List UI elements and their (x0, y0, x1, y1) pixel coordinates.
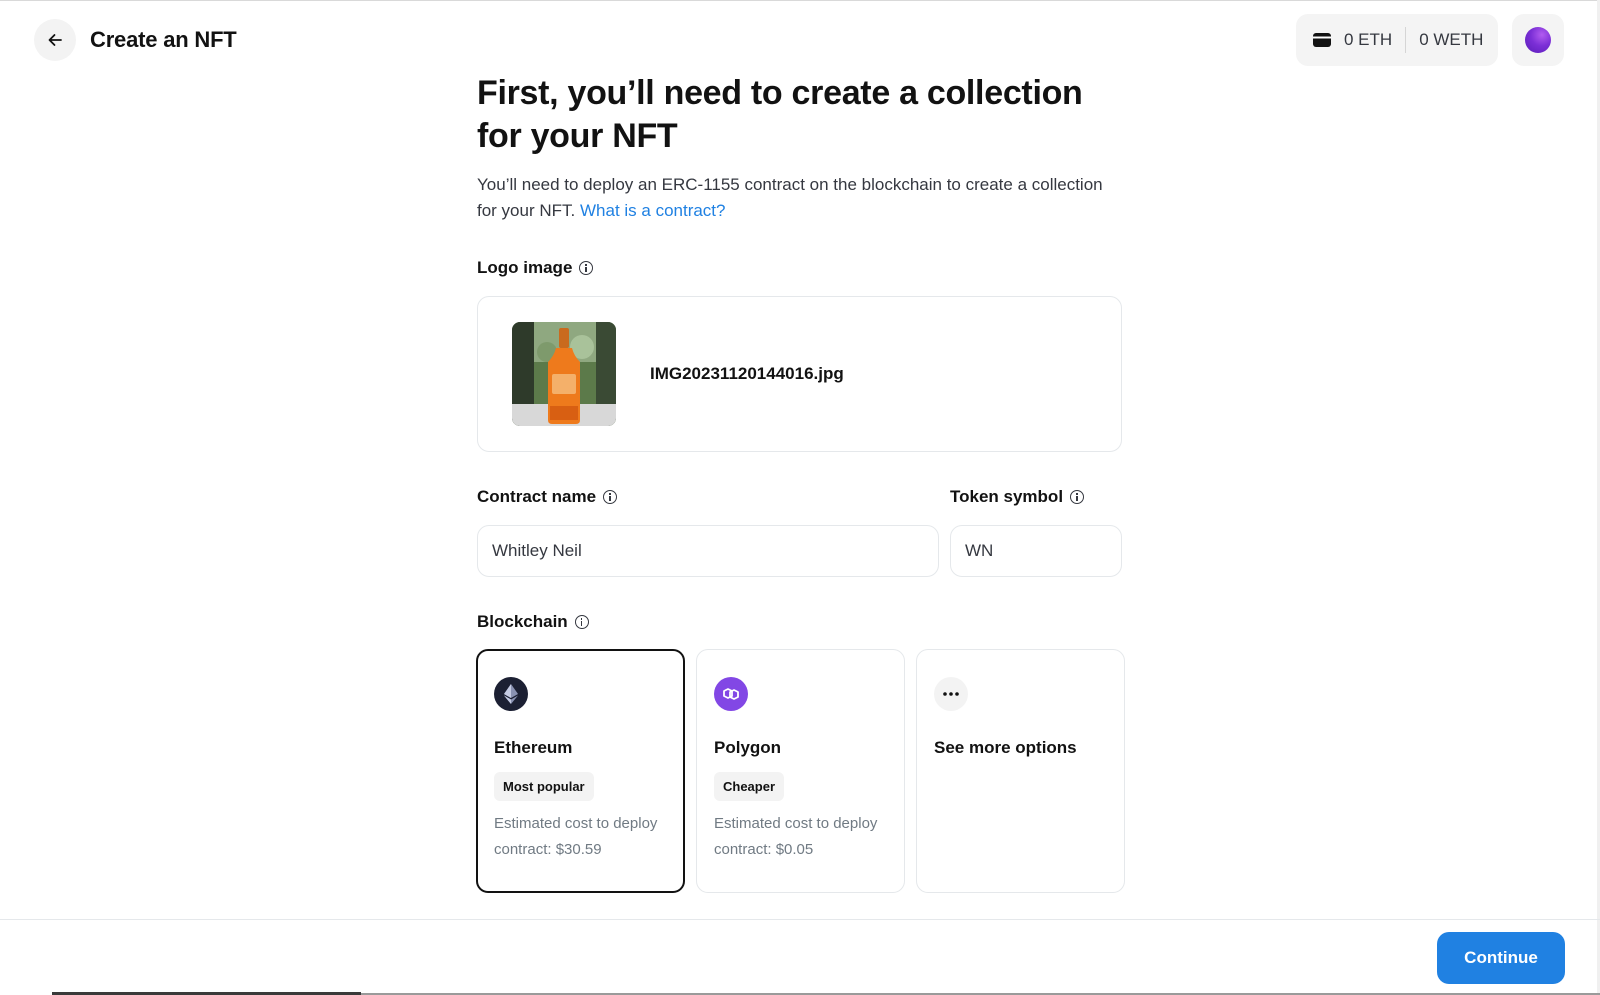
ethereum-icon (494, 677, 528, 711)
info-icon[interactable] (1070, 490, 1085, 504)
wallet-balance[interactable]: 0 ETH 0 WETH (1296, 14, 1498, 66)
token-symbol-label-text: Token symbol (950, 487, 1064, 506)
logo-thumbnail (512, 322, 616, 426)
logo-filename: IMG20231120144016.jpg (650, 364, 844, 383)
account-button[interactable] (1512, 14, 1564, 66)
chain-cost: Estimated cost to deploy contract: $30.5… (494, 815, 658, 858)
chain-name: See more options (934, 738, 1077, 757)
blockchain-label-text: Blockchain (477, 612, 568, 631)
contract-name-input[interactable]: Whitley Neil (477, 525, 939, 577)
token-symbol-input[interactable]: WN (950, 525, 1122, 577)
blockchain-label: Blockchain (477, 612, 589, 632)
info-icon[interactable] (579, 261, 594, 275)
weth-balance: 0 WETH (1419, 30, 1484, 49)
info-icon[interactable] (603, 490, 618, 504)
main-content: First, you’ll need to create a collectio… (477, 72, 1122, 224)
chain-cost: Estimated cost to deploy contract: $0.05 (714, 815, 878, 858)
logo-upload-box[interactable]: IMG20231120144016.jpg (477, 296, 1122, 452)
arrow-left-icon (48, 34, 62, 46)
contract-name-label: Contract name (477, 487, 618, 507)
logo-image-label: Logo image (477, 258, 594, 278)
eth-balance: 0 ETH (1344, 30, 1393, 49)
blockchain-option-polygon[interactable]: Polygon Cheaper Estimated cost to deploy… (696, 649, 905, 893)
top-border (0, 0, 1600, 1)
chain-badge: Most popular (494, 772, 594, 801)
logo-image-label-text: Logo image (477, 258, 573, 277)
page-headline: First, you’ll need to create a collectio… (477, 74, 1083, 155)
polygon-icon (714, 677, 748, 711)
blockchain-option-ethereum[interactable]: Ethereum Most popular Estimated cost to … (476, 649, 685, 893)
wallet-icon (1312, 32, 1332, 48)
continue-button[interactable]: Continue (1437, 932, 1565, 984)
info-icon[interactable] (574, 615, 589, 629)
footer-divider (0, 919, 1600, 920)
avatar (1525, 27, 1551, 53)
intro-text: You’ll need to deploy an ERC-1155 contra… (477, 172, 1122, 224)
chain-name: Polygon (714, 738, 782, 757)
wallet-divider (1405, 27, 1407, 53)
blockchain-option-more[interactable]: See more options (916, 649, 1125, 893)
page-title: Create an NFT (90, 27, 237, 52)
what-is-contract-link[interactable]: What is a contract? (580, 201, 726, 220)
intro-body: You’ll need to deploy an ERC-1155 contra… (477, 175, 1103, 220)
chain-badge: Cheaper (714, 772, 785, 801)
token-symbol-label: Token symbol (950, 487, 1085, 507)
contract-name-label-text: Contract name (477, 487, 597, 506)
back-button[interactable] (34, 19, 76, 61)
chain-name: Ethereum (494, 738, 573, 757)
more-options-icon (934, 677, 968, 711)
